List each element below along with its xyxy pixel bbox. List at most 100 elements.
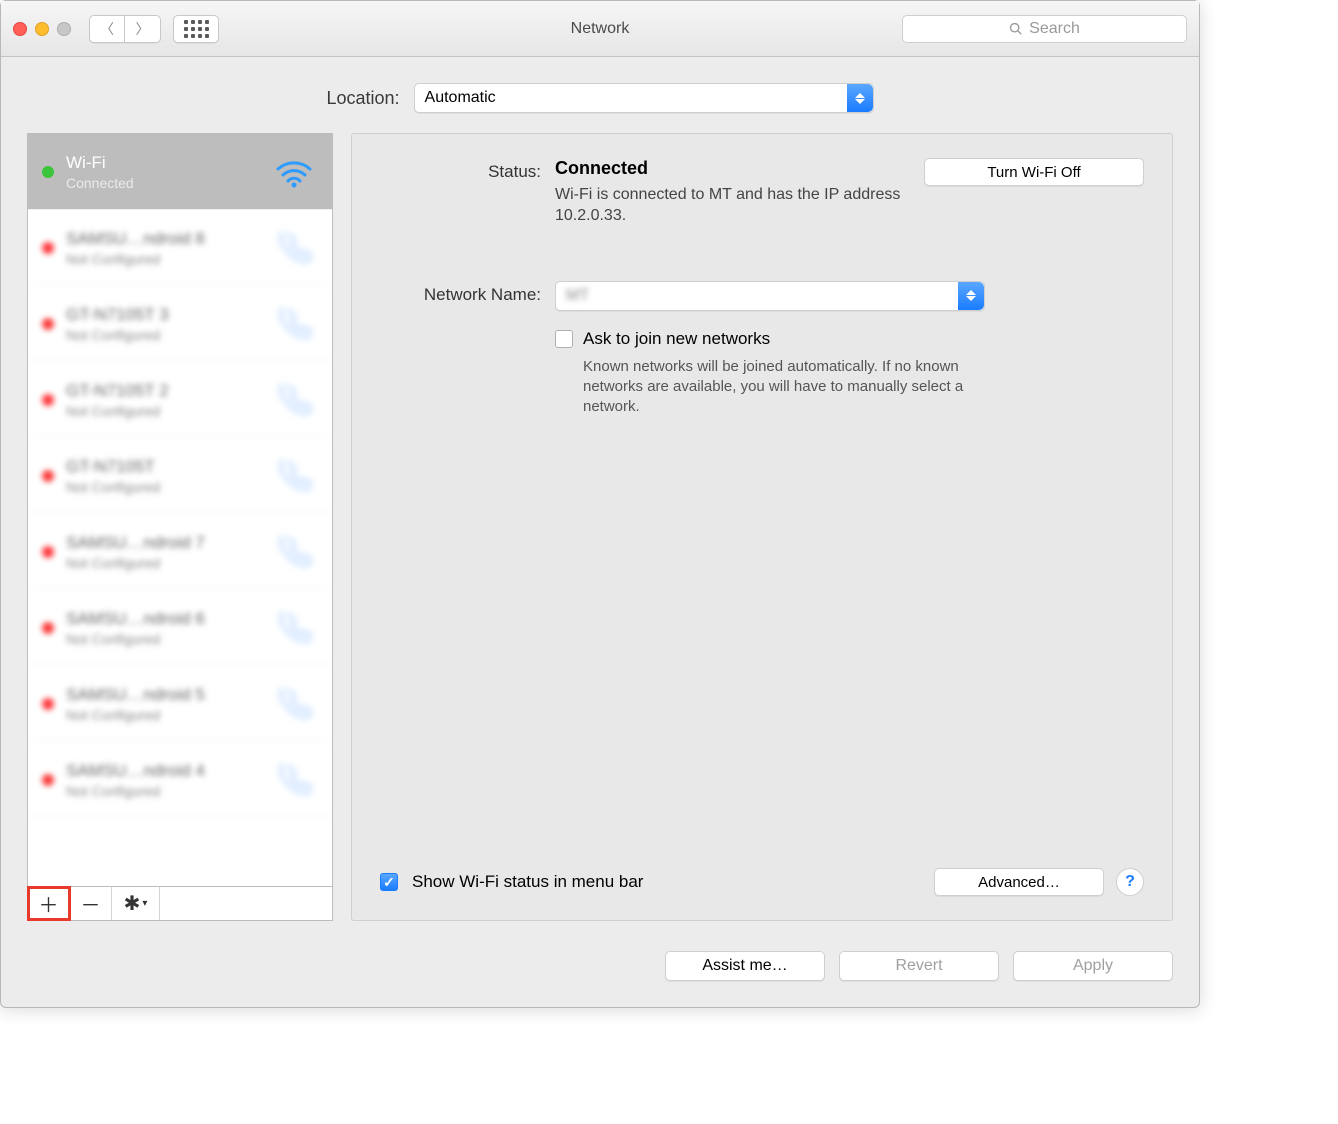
phone-icon xyxy=(270,306,318,342)
location-value: Automatic xyxy=(425,89,496,107)
network-name-value: MT xyxy=(566,287,589,305)
sidebar-item-wifi[interactable]: Wi-Fi Connected xyxy=(28,134,332,210)
sidebar: Wi-Fi Connected SAMSU…ndroid 8 Not Confi… xyxy=(27,133,333,921)
back-button[interactable]: 〈 xyxy=(89,15,125,43)
status-row: Status: Connected Wi-Fi is connected to … xyxy=(380,158,1144,227)
sidebar-item-service[interactable]: SAMSU…ndroid 4 Not Configured xyxy=(28,742,332,818)
updown-chevron-icon xyxy=(847,84,873,112)
status-dot-icon xyxy=(42,698,54,710)
forward-button[interactable]: 〉 xyxy=(125,15,161,43)
status-dot-icon xyxy=(42,166,54,178)
status-dot-icon xyxy=(42,546,54,558)
revert-button[interactable]: Revert xyxy=(839,951,999,981)
add-service-button[interactable]: ＋ xyxy=(28,887,70,920)
network-name-row: Network Name: MT xyxy=(380,281,1144,311)
service-name: SAMSU…ndroid 5 xyxy=(66,685,258,705)
detail-panel: Status: Connected Wi-Fi is connected to … xyxy=(351,133,1173,921)
phone-icon xyxy=(270,382,318,418)
assist-me-button[interactable]: Assist me… xyxy=(665,951,825,981)
sidebar-item-service[interactable]: GT-N7105T 2 Not Configured xyxy=(28,362,332,438)
service-status: Not Configured xyxy=(66,403,258,419)
service-name: SAMSU…ndroid 7 xyxy=(66,533,258,553)
service-name: SAMSU…ndroid 4 xyxy=(66,761,258,781)
sidebar-item-service[interactable]: SAMSU…ndroid 8 Not Configured xyxy=(28,210,332,286)
turn-wifi-off-button[interactable]: Turn Wi-Fi Off xyxy=(924,158,1144,186)
service-status: Not Configured xyxy=(66,327,258,343)
status-value: Connected xyxy=(555,158,904,179)
chevron-down-icon: ▾ xyxy=(142,898,147,909)
phone-icon xyxy=(270,230,318,266)
status-dot-icon xyxy=(42,318,54,330)
network-name-dropdown[interactable]: MT xyxy=(555,281,985,311)
remove-service-button[interactable]: － xyxy=(70,887,112,920)
question-icon: ? xyxy=(1125,873,1135,891)
grid-icon xyxy=(184,20,209,38)
status-label: Status: xyxy=(380,158,555,182)
service-name: GT-N7105T 2 xyxy=(66,381,258,401)
service-status: Not Configured xyxy=(66,555,258,571)
help-button[interactable]: ? xyxy=(1116,868,1144,896)
network-name-label: Network Name: xyxy=(380,281,555,305)
network-window: 〈 〉 Network Search Location: Automatic xyxy=(0,0,1200,1008)
service-name: GT-N7105T 3 xyxy=(66,305,258,325)
sidebar-item-service[interactable]: SAMSU…ndroid 5 Not Configured xyxy=(28,666,332,742)
phone-icon xyxy=(270,686,318,722)
service-name: GT-N7105T xyxy=(66,457,258,477)
bottom-row: ✓ Show Wi-Fi status in menu bar Advanced… xyxy=(380,868,1144,896)
service-name: SAMSU…ndroid 8 xyxy=(66,229,258,249)
zoom-window-button xyxy=(57,22,71,36)
phone-icon xyxy=(270,458,318,494)
location-dropdown[interactable]: Automatic xyxy=(414,83,874,113)
gear-icon: ✱ xyxy=(124,891,141,916)
status-dot-icon xyxy=(42,394,54,406)
footer: Assist me… Revert Apply xyxy=(1,941,1199,1007)
apply-button[interactable]: Apply xyxy=(1013,951,1173,981)
updown-chevron-icon xyxy=(958,282,984,310)
search-input[interactable]: Search xyxy=(902,15,1187,43)
sidebar-item-service[interactable]: SAMSU…ndroid 6 Not Configured xyxy=(28,590,332,666)
service-status: Not Configured xyxy=(66,479,258,495)
phone-icon xyxy=(270,534,318,570)
location-row: Location: Automatic xyxy=(1,57,1199,133)
toolbar: 〈 〉 Network Search xyxy=(1,1,1199,57)
minimize-window-button[interactable] xyxy=(35,22,49,36)
status-description: Wi-Fi is connected to MT and has the IP … xyxy=(555,185,904,227)
search-placeholder: Search xyxy=(1029,20,1080,38)
search-icon xyxy=(1009,22,1023,36)
status-dot-icon xyxy=(42,622,54,634)
ask-join-checkbox[interactable] xyxy=(555,330,573,348)
show-all-button[interactable] xyxy=(173,15,219,43)
status-dot-icon xyxy=(42,242,54,254)
service-status: Connected xyxy=(66,175,258,191)
plus-icon: ＋ xyxy=(39,889,59,918)
service-status: Not Configured xyxy=(66,783,258,799)
location-label: Location: xyxy=(326,88,399,109)
ask-join-label: Ask to join new networks xyxy=(583,329,770,349)
status-dot-icon xyxy=(42,774,54,786)
service-name: SAMSU…ndroid 6 xyxy=(66,609,258,629)
service-status: Not Configured xyxy=(66,631,258,647)
service-status: Not Configured xyxy=(66,251,258,267)
sidebar-item-service[interactable]: GT-N7105T Not Configured xyxy=(28,438,332,514)
close-window-button[interactable] xyxy=(13,22,27,36)
show-status-label: Show Wi-Fi status in menu bar xyxy=(412,872,643,892)
ask-join-help: Known networks will be joined automatica… xyxy=(583,357,983,418)
traffic-lights xyxy=(13,22,71,36)
status-dot-icon xyxy=(42,470,54,482)
sidebar-item-service[interactable]: GT-N7105T 3 Not Configured xyxy=(28,286,332,362)
nav-group: 〈 〉 xyxy=(89,15,161,43)
sidebar-actions: ＋ － ✱▾ xyxy=(27,887,333,921)
minus-icon: － xyxy=(81,889,101,918)
show-status-checkbox[interactable]: ✓ xyxy=(380,873,398,891)
phone-icon xyxy=(270,610,318,646)
service-list[interactable]: Wi-Fi Connected SAMSU…ndroid 8 Not Confi… xyxy=(27,133,333,887)
content-area: Wi-Fi Connected SAMSU…ndroid 8 Not Confi… xyxy=(1,133,1199,941)
phone-icon xyxy=(270,762,318,798)
sidebar-item-service[interactable]: SAMSU…ndroid 7 Not Configured xyxy=(28,514,332,590)
chevron-right-icon: 〉 xyxy=(136,19,150,39)
wifi-icon xyxy=(270,156,318,188)
service-status: Not Configured xyxy=(66,707,258,723)
service-options-button[interactable]: ✱▾ xyxy=(112,887,160,920)
ask-join-row: Ask to join new networks Known networks … xyxy=(380,329,1144,418)
advanced-button[interactable]: Advanced… xyxy=(934,868,1104,896)
